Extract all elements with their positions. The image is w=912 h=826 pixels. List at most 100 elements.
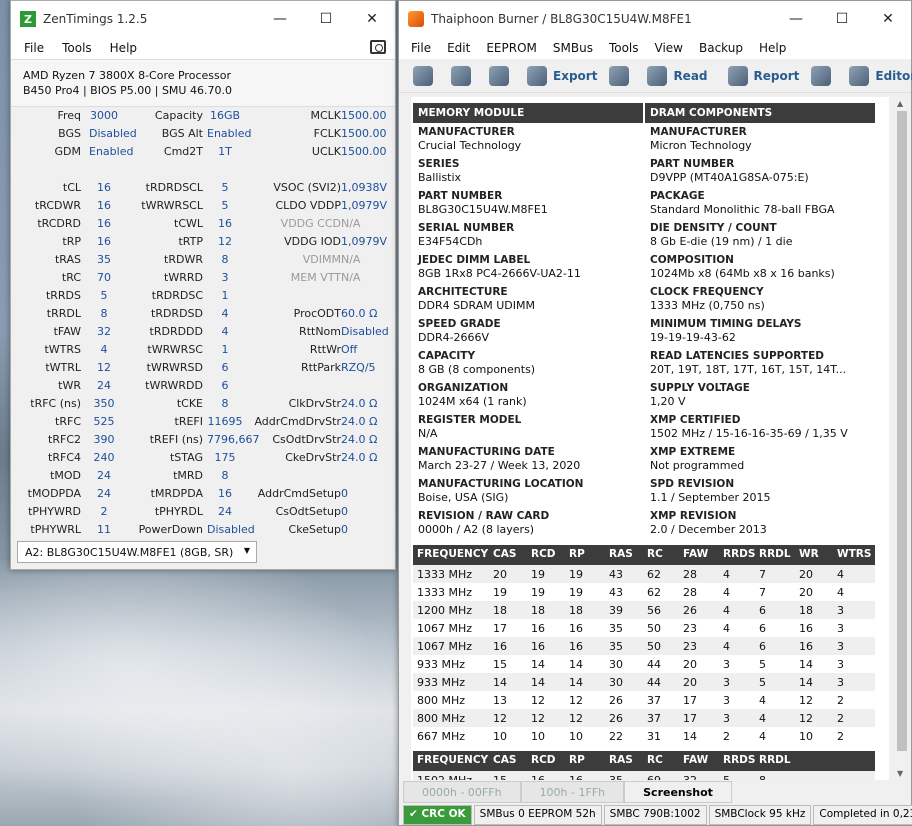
menu-view[interactable]: View (647, 41, 691, 55)
tools-button[interactable] (805, 61, 843, 91)
scrollbar-thumb[interactable] (897, 111, 907, 751)
title-bar[interactable]: Thaiphoon Burner / BL8G30C15U4W.M8FE1 — … (399, 1, 911, 37)
timing-row: Freq 3000 Capacity 16GB MCLK 1500.00 (11, 107, 397, 125)
spec-value: E34F54CDh (418, 235, 483, 248)
spec-value: Crucial Technology (418, 139, 522, 152)
table-cell: 20 (493, 568, 507, 581)
table-cell: 4 (837, 586, 844, 599)
spec-cell: DIE DENSITY / COUNT 8 Gb E-die (19 nm) / … (645, 219, 875, 251)
table-cell: 10 (569, 730, 583, 743)
table-cell: 62 (647, 586, 661, 599)
spec-key: MANUFACTURER (418, 126, 515, 138)
table-cell: 28 (683, 568, 697, 581)
table-row: 1333 MHz 19 19 19 43 62 28 4 7 20 4 (413, 583, 875, 601)
open-button[interactable] (445, 61, 483, 91)
table-cell: 3 (837, 658, 844, 671)
menu-tools[interactable]: Tools (601, 41, 647, 55)
timing-row: tFAW 32 tRDRDDD 4 RttNom Disabled (11, 323, 397, 341)
spec-value: 1,20 V (650, 395, 686, 408)
spec-row: MANUFACTURING DATE March 23-27 / Week 13,… (413, 443, 877, 475)
scroll-up-icon[interactable]: ▲ (897, 99, 903, 108)
save-button[interactable] (483, 61, 521, 91)
menu-eeprom[interactable]: EEPROM (478, 41, 545, 55)
maximize-button[interactable]: ☐ (303, 1, 349, 37)
spec-value: 1024M x64 (1 rank) (418, 395, 527, 408)
table-cell: 20 (799, 586, 813, 599)
table-cell: 28 (683, 586, 697, 599)
wrench-icon (811, 65, 832, 86)
timing-label: tWRWRSCL (141, 199, 203, 212)
minimize-button[interactable]: — (773, 1, 819, 37)
table-cell: 14 (531, 676, 545, 689)
table-cell: 2 (723, 730, 730, 743)
spec-value: 2.0 / December 2013 (650, 523, 767, 536)
timing-value: N/A (341, 253, 361, 266)
column-header: FREQUENCY (417, 548, 489, 560)
lock-icon (609, 65, 630, 86)
cpu-info: AMD Ryzen 7 3800X 8-Core Processor B450 … (11, 59, 395, 107)
table-row: 1333 MHz 20 19 19 43 62 28 4 7 20 4 (413, 565, 875, 583)
table-cell: 19 (531, 586, 545, 599)
close-button[interactable]: ✕ (349, 1, 395, 37)
timing-value: 8 (221, 397, 229, 410)
column-header: RRDS (723, 548, 756, 560)
camera-icon[interactable] (370, 40, 386, 54)
timing-label: MEM VTT (290, 271, 341, 284)
tab-2[interactable]: Screenshot (624, 781, 732, 803)
timing-value: 16 (97, 181, 111, 194)
module-selector[interactable]: A2: BL8G30C15U4W.M8FE1 (8GB, SR) ▼ (17, 541, 257, 563)
export-button[interactable]: Export (521, 61, 603, 91)
scrollbar[interactable]: ▲ ▼ (893, 97, 911, 780)
scroll-down-icon[interactable]: ▼ (897, 769, 903, 778)
menu-smbus[interactable]: SMBus (545, 41, 601, 55)
table-cell: 14 (799, 676, 813, 689)
lock-button[interactable] (603, 61, 641, 91)
minimize-button[interactable]: — (257, 1, 303, 37)
timing-label: FCLK (313, 127, 341, 140)
read-button[interactable]: Read (641, 61, 713, 91)
timing-value: 1T (218, 145, 232, 158)
timing-label: tRFC2 (48, 433, 81, 446)
timing-label: CsOdtSetup (275, 505, 341, 518)
close-button[interactable]: ✕ (865, 1, 911, 37)
menu-file[interactable]: File (403, 41, 439, 55)
menu-backup[interactable]: Backup (691, 41, 751, 55)
timing-label: Freq (57, 109, 81, 122)
table-cell: 2 (837, 694, 844, 707)
menu-help[interactable]: Help (751, 41, 794, 55)
tab-1[interactable]: 100h - 1FFh (520, 781, 625, 803)
table-cell: 12 (799, 712, 813, 725)
spec-row: MANUFACTURER Crucial Technology MANUFACTUR… (413, 123, 877, 155)
menu-edit[interactable]: Edit (439, 41, 478, 55)
status-field: ✔ CRC OK (403, 805, 472, 825)
timing-label: tMRDPDA (150, 487, 203, 500)
table-cell: 14 (569, 658, 583, 671)
column-header: RCD (531, 754, 556, 766)
menu-help[interactable]: Help (101, 41, 146, 55)
timing-value: 6 (221, 361, 229, 374)
module-selector-value: A2: BL8G30C15U4W.M8FE1 (8GB, SR) (25, 546, 234, 559)
timing-value: 1,0938V (341, 181, 388, 194)
report-label: Report (753, 68, 800, 83)
timing-label: tREFI (174, 415, 203, 428)
maximize-button[interactable]: ☐ (819, 1, 865, 37)
title-bar[interactable]: Z ZenTimings 1.2.5 — ☐ ✕ (11, 1, 395, 37)
spec-row: SERIES Ballistix PART NUMBER D9VPP (MT40A1G… (413, 155, 877, 187)
spec-value: 1024Mb x8 (64Mb x8 x 16 banks) (650, 267, 835, 280)
table-cell: 17 (683, 694, 697, 707)
table-cell: 19 (569, 586, 583, 599)
menu-file[interactable]: File (15, 41, 53, 55)
tab-0[interactable]: 0000h - 00FFh (403, 781, 521, 803)
table-cell: 62 (647, 568, 661, 581)
editor-button[interactable]: Editor (843, 61, 912, 91)
timing-value: 16 (218, 487, 232, 500)
spec-value: DDR4-2666V (418, 331, 490, 344)
settings-button[interactable] (407, 61, 445, 91)
menu-bar: File Edit EEPROM SMBus Tools View Backup Help (399, 37, 911, 59)
gear-icon (413, 65, 433, 86)
table-cell: 19 (531, 568, 545, 581)
report-button[interactable]: Report (722, 61, 806, 91)
menu-tools[interactable]: Tools (53, 41, 101, 55)
table-cell: 12 (569, 712, 583, 725)
timing-value: 350 (93, 397, 115, 410)
